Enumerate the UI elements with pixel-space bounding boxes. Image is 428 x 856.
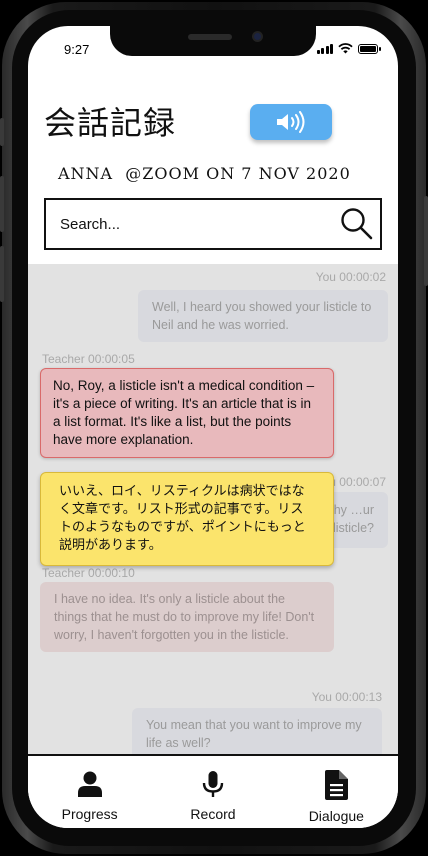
message-bubble-teacher-highlighted[interactable]: No, Roy, a listicle isn't a medical cond… [40,368,334,458]
status-icons [316,43,381,54]
nav-item-dialogue[interactable]: Dialogue [275,756,398,828]
chat-transcript[interactable]: You 00:00:02 Well, I heard you showed yo… [28,264,398,754]
nav-item-progress[interactable]: Progress [28,756,151,828]
cellular-signal-icon [316,44,333,54]
search-button[interactable] [334,200,380,248]
document-icon [325,770,349,800]
speaker-volume-icon [277,111,305,133]
session-meta: ANNA @ZOOM ON 7 NOV 2020 [58,164,351,183]
message-timestamp: Teacher 00:00:05 [42,352,135,366]
message-bubble-you[interactable]: You mean that you want to improve my lif… [132,708,382,754]
notch [110,26,316,56]
search-input[interactable] [46,200,334,248]
wifi-icon [338,43,353,54]
battery-icon [358,44,381,54]
phone-side-button [424,196,428,286]
microphone-icon [202,771,224,797]
phone-side-button [0,246,4,302]
play-audio-button[interactable] [250,104,332,140]
search-icon [341,208,373,240]
message-bubble-you[interactable]: Well, I heard you showed your listicle t… [138,290,388,342]
bottom-navigation: Progress Record Dialogue [28,754,398,828]
front-camera [252,31,263,42]
search-bar [44,198,382,250]
translation-popup[interactable]: いいえ、ロイ、リスティクルは病状ではなく文章です。リスト形式の記事です。リストの… [40,472,334,566]
nav-item-record[interactable]: Record [151,756,274,828]
message-timestamp: You 00:00:13 [311,690,382,704]
message-bubble-teacher[interactable]: I have no idea. It's only a listicle abo… [40,582,334,652]
phone-side-button [0,176,4,232]
nav-label: Dialogue [308,808,364,824]
status-time: 9:27 [64,42,90,57]
message-timestamp: You 00:00:02 [315,270,386,284]
message-timestamp: Teacher 00:00:10 [42,566,135,580]
page-title: 会話記録 [44,104,177,142]
nav-label: Record [190,806,236,822]
nav-label: Progress [61,806,118,822]
person-icon [77,771,102,797]
app-screen: 9:27 会話記録 ANNA @ZOOM ON 7 NOV 2020 Searc… [28,26,398,828]
phone-side-button [0,118,4,146]
earpiece [188,34,232,40]
